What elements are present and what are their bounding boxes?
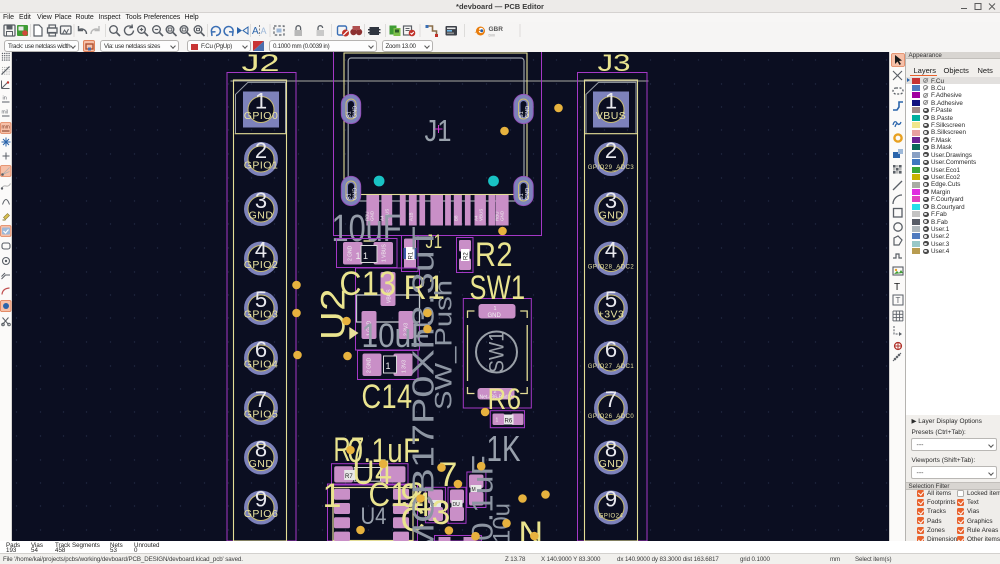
svg-text:A1B: A1B <box>408 212 413 221</box>
svg-text:SW1: SW1 <box>469 269 525 307</box>
svg-text:GPIO27_ADC1: GPIO27_ADC1 <box>587 364 634 370</box>
svg-text:GPIO4: GPIO4 <box>243 359 278 371</box>
svg-text:GPIO3: GPIO3 <box>243 309 278 321</box>
svg-text:T: T <box>894 282 900 293</box>
svg-text:7: 7 <box>604 387 616 412</box>
svg-text:VBUS: VBUS <box>478 209 483 221</box>
svg-text:T: T <box>895 296 900 305</box>
svg-text:mil: mil <box>2 110 8 116</box>
svg-text:mm: mm <box>2 125 10 131</box>
svg-text:1K: 1K <box>486 428 520 469</box>
svg-text:GPIO29_ADC3: GPIO29_ADC3 <box>587 165 634 171</box>
svg-text:1 1: 1 1 <box>355 251 368 261</box>
svg-text:1: 1 <box>385 361 390 371</box>
svg-text:SW1: SW1 <box>485 331 508 373</box>
svg-text:R2: R2 <box>463 252 469 260</box>
svg-text:GPIO1: GPIO1 <box>243 160 278 172</box>
svg-text:1: 1 <box>495 418 498 424</box>
svg-text:+3V3: +3V3 <box>597 309 624 321</box>
svg-text:A: A <box>261 26 267 36</box>
svg-text:GND: GND <box>352 188 358 200</box>
svg-text:GPIO2: GPIO2 <box>243 259 278 271</box>
svg-text:GND: GND <box>598 458 623 470</box>
svg-text:2 GND: 2 GND <box>366 357 372 373</box>
svg-text:DU: DU <box>452 502 460 508</box>
svg-text:GPIO5: GPIO5 <box>243 409 278 421</box>
svg-text:R6: R6 <box>487 383 521 416</box>
svg-text:SW_Push: SW_Push <box>430 280 457 410</box>
svg-text:7: 7 <box>438 456 457 494</box>
svg-text:GND: GND <box>525 106 531 118</box>
svg-text:GBR: GBR <box>489 26 504 33</box>
svg-text:in: in <box>3 96 7 102</box>
svg-text:GPIO28_ADC2: GPIO28_ADC2 <box>587 265 634 271</box>
svg-text:1: 1 <box>322 477 341 515</box>
svg-text:GPIO24: GPIO24 <box>598 514 623 520</box>
svg-text:10u: 10u <box>488 503 515 541</box>
svg-text:GND: GND <box>598 210 623 222</box>
svg-text:VBUS: VBUS <box>595 110 626 122</box>
svg-text:GND: GND <box>352 106 358 118</box>
svg-text:B8: B8 <box>453 215 458 221</box>
svg-text:1 VBUS: 1 VBUS <box>381 244 387 262</box>
svg-text:2: 2 <box>604 138 616 163</box>
svg-text:GND: GND <box>248 210 273 222</box>
svg-text:Drill: Drill <box>489 34 495 38</box>
svg-text:9: 9 <box>604 487 616 512</box>
svg-text:J3: J3 <box>597 52 630 77</box>
svg-text:J2: J2 <box>241 52 279 77</box>
svg-text:U2: U2 <box>314 288 352 340</box>
svg-text:GPIO26_ADC0: GPIO26_ADC0 <box>587 414 634 420</box>
svg-text:GND: GND <box>525 188 531 200</box>
svg-text:R6: R6 <box>504 419 512 425</box>
svg-text:GPIO6: GPIO6 <box>243 508 278 520</box>
svg-text:4: 4 <box>604 238 616 263</box>
svg-text:A: A <box>252 26 259 37</box>
svg-text:6: 6 <box>604 337 616 362</box>
svg-text:GPIO0: GPIO0 <box>243 110 278 122</box>
svg-text:GND: GND <box>248 458 273 470</box>
svg-text:2 GND: 2 GND <box>347 245 353 261</box>
svg-text:GND: GND <box>499 210 504 221</box>
svg-text:GND: GND <box>487 313 501 319</box>
